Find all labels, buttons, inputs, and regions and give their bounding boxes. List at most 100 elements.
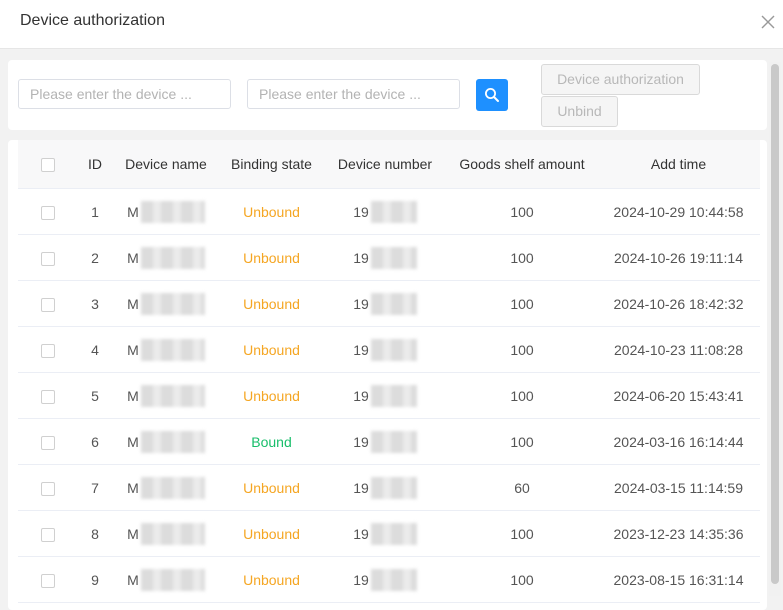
row-checkbox[interactable] <box>41 527 55 542</box>
device-number-prefix: 19 <box>353 479 369 496</box>
row-checkbox[interactable] <box>41 435 55 450</box>
device-name-prefix: M <box>127 249 139 266</box>
device-table-panel: ID Device name Binding state Device numb… <box>8 140 767 610</box>
masked-device-number: 19 <box>353 476 417 499</box>
cell-device-number: 19 <box>323 326 447 373</box>
cell-goods-shelf-amount: 60 <box>447 464 597 511</box>
search-button[interactable] <box>476 79 508 111</box>
device-number-prefix: 19 <box>353 249 369 266</box>
redacted-blur <box>140 292 205 315</box>
cell-device-name: M <box>112 326 220 373</box>
row-checkbox[interactable] <box>41 481 55 496</box>
device-table: ID Device name Binding state Device numb… <box>18 140 760 603</box>
cell-device-number: 19 <box>323 188 447 235</box>
cell-binding-state: Unbound <box>220 280 323 327</box>
device-name-prefix: M <box>127 295 139 312</box>
device-number-prefix: 19 <box>353 295 369 312</box>
cell-id: 6 <box>78 418 112 465</box>
table-row[interactable]: 8 M Unbound 19 100 2023-12-23 14:35:36 <box>18 510 760 557</box>
cell-id: 4 <box>78 326 112 373</box>
scrollbar[interactable] <box>769 62 781 596</box>
cell-id: 1 <box>78 188 112 235</box>
masked-device-name: M <box>127 338 205 361</box>
cell-goods-shelf-amount: 100 <box>447 418 597 465</box>
table-row[interactable]: 5 M Unbound 19 100 2024-06-20 15:43:41 <box>18 372 760 419</box>
scrollbar-thumb[interactable] <box>771 64 779 584</box>
table-row[interactable]: 4 M Unbound 19 100 2024-10-23 11:08:28 <box>18 326 760 373</box>
table-row[interactable]: 2 M Unbound 19 100 2024-10-26 19:11:14 <box>18 234 760 281</box>
cell-goods-shelf-amount: 100 <box>447 188 597 235</box>
cell-binding-state: Unbound <box>220 464 323 511</box>
table-row[interactable]: 3 M Unbound 19 100 2024-10-26 18:42:32 <box>18 280 760 327</box>
row-select-cell <box>18 188 78 235</box>
table-row[interactable]: 1 M Unbound 19 100 2024-10-29 10:44:58 <box>18 188 760 235</box>
redacted-blur <box>140 338 205 361</box>
select-all-cell <box>18 140 78 189</box>
cell-device-number: 19 <box>323 234 447 281</box>
row-checkbox[interactable] <box>41 297 55 312</box>
device-name-prefix: M <box>127 203 139 220</box>
cell-binding-state: Unbound <box>220 326 323 373</box>
masked-device-name: M <box>127 384 205 407</box>
device-number-prefix: 19 <box>353 525 369 542</box>
device-number-prefix: 19 <box>353 571 369 588</box>
column-header-device-name: Device name <box>112 140 220 189</box>
cell-binding-state: Unbound <box>220 510 323 557</box>
masked-device-name: M <box>127 430 205 453</box>
row-checkbox[interactable] <box>41 573 55 588</box>
column-header-add-time: Add time <box>597 140 760 189</box>
redacted-blur <box>140 200 205 223</box>
row-checkbox[interactable] <box>41 343 55 358</box>
cell-device-number: 19 <box>323 510 447 557</box>
redacted-blur <box>140 430 205 453</box>
cell-add-time: 2023-12-23 14:35:36 <box>597 510 760 557</box>
cell-id: 7 <box>78 464 112 511</box>
redacted-blur <box>370 338 417 361</box>
cell-device-number: 19 <box>323 372 447 419</box>
close-icon[interactable] <box>759 13 777 31</box>
unbind-button[interactable]: Unbind <box>541 96 618 127</box>
cell-goods-shelf-amount: 100 <box>447 234 597 281</box>
masked-device-number: 19 <box>353 522 417 545</box>
column-header-binding-state: Binding state <box>220 140 323 189</box>
device-name-prefix: M <box>127 387 139 404</box>
cell-device-number: 19 <box>323 418 447 465</box>
redacted-blur <box>140 476 205 499</box>
row-select-cell <box>18 418 78 465</box>
table-row[interactable]: 7 M Unbound 19 60 2024-03-15 11:14:59 <box>18 464 760 511</box>
cell-add-time: 2024-03-15 11:14:59 <box>597 464 760 511</box>
row-select-cell <box>18 326 78 373</box>
cell-binding-state: Bound <box>220 418 323 465</box>
redacted-blur <box>370 568 417 591</box>
cell-binding-state: Unbound <box>220 188 323 235</box>
device-number-search-input[interactable] <box>247 79 460 109</box>
cell-device-number: 19 <box>323 464 447 511</box>
search-icon <box>485 88 499 102</box>
cell-id: 5 <box>78 372 112 419</box>
masked-device-name: M <box>127 200 205 223</box>
redacted-blur <box>370 246 417 269</box>
masked-device-name: M <box>127 568 205 591</box>
row-checkbox[interactable] <box>41 205 55 220</box>
cell-binding-state: Unbound <box>220 234 323 281</box>
table-row[interactable]: 6 M Bound 19 100 2024-03-16 16:14:44 <box>18 418 760 465</box>
redacted-blur <box>140 522 205 545</box>
device-name-prefix: M <box>127 433 139 450</box>
masked-device-name: M <box>127 246 205 269</box>
masked-device-number: 19 <box>353 568 417 591</box>
row-checkbox[interactable] <box>41 251 55 266</box>
cell-device-name: M <box>112 188 220 235</box>
device-number-prefix: 19 <box>353 341 369 358</box>
cell-device-name: M <box>112 234 220 281</box>
row-checkbox[interactable] <box>41 389 55 404</box>
select-all-checkbox[interactable] <box>41 158 55 173</box>
cell-add-time: 2024-03-16 16:14:44 <box>597 418 760 465</box>
cell-device-name: M <box>112 280 220 327</box>
cell-goods-shelf-amount: 100 <box>447 372 597 419</box>
column-header-goods-shelf-amount: Goods shelf amount <box>447 140 597 189</box>
redacted-blur <box>140 384 205 407</box>
device-authorization-button[interactable]: Device authorization <box>541 64 700 95</box>
device-name-prefix: M <box>127 479 139 496</box>
cell-add-time: 2024-10-26 19:11:14 <box>597 234 760 281</box>
device-name-search-input[interactable] <box>18 79 231 109</box>
